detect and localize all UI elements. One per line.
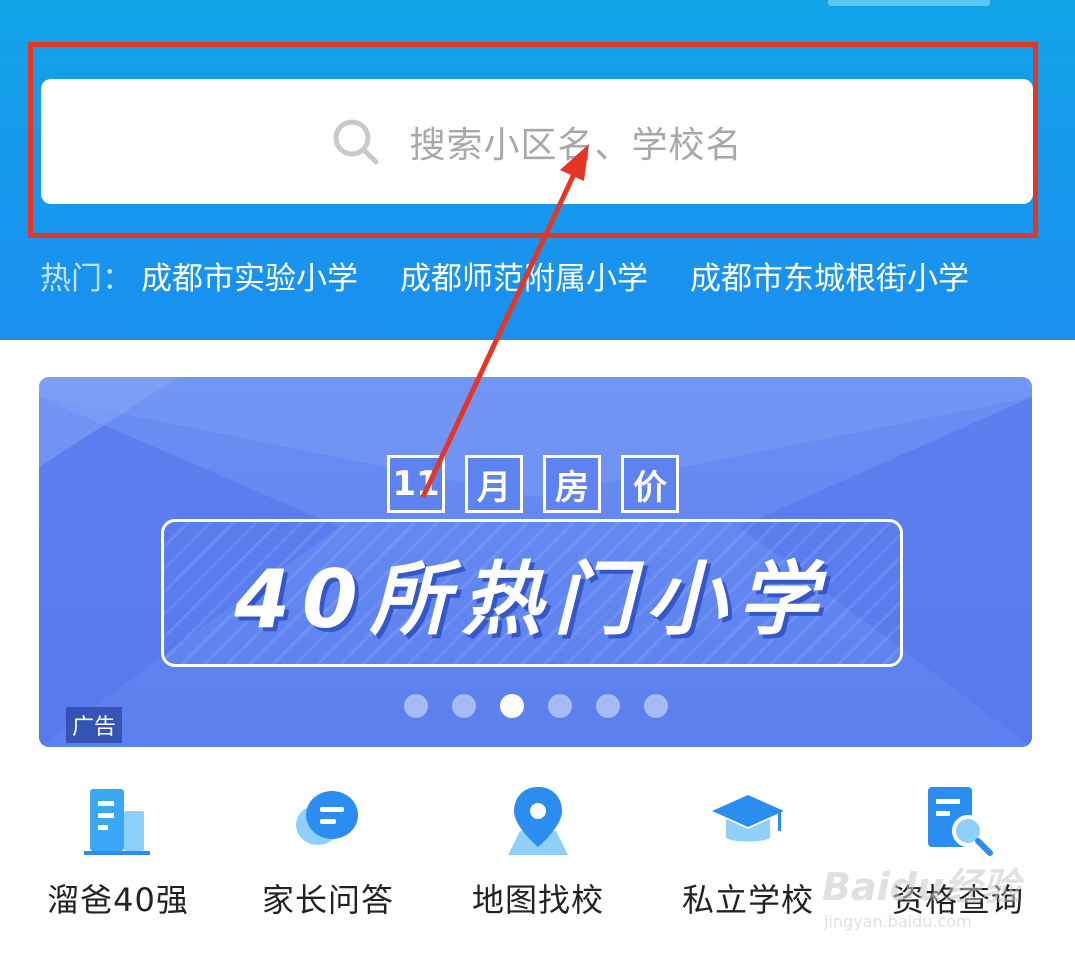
hot-link[interactable]: 成都师范附属小学 [400, 253, 648, 298]
watermark-url: jingyan.baidu.com [824, 912, 972, 931]
carousel-dot[interactable] [548, 694, 572, 718]
hot-searches: 热门： 成都市实验小学 成都师范附属小学 成都市东城根街小学 [40, 250, 1011, 300]
hot-label: 热门： [40, 260, 133, 297]
chat-bubbles-icon [296, 791, 358, 845]
baidu-watermark: Baidu经验 jingyan.baidu.com [822, 838, 1022, 938]
search-highlight-box [28, 42, 1038, 238]
banner-title: 40所热门小学 [234, 553, 830, 646]
banner-tag: 11 [387, 455, 445, 513]
promo-banner[interactable]: 11 月 房 价 40所热门小学 广告 [39, 377, 1032, 747]
nav-label: 私立学校 [681, 881, 814, 919]
banner-title-frame: 40所热门小学 [161, 519, 903, 667]
banner-tag: 房 [543, 455, 601, 513]
nav-label: 溜爸40强 [47, 881, 189, 919]
header-area: 搜索小区名、学校名 热门： 成都市实验小学 成都师范附属小学 成都市东城根街小学 [0, 0, 1075, 340]
watermark-text: Baidu经验 [822, 865, 1020, 909]
building-chart-icon [84, 789, 150, 855]
banner-tags: 11 月 房 价 [387, 455, 679, 513]
nav-item-top40[interactable]: 溜爸40强 [18, 775, 218, 921]
carousel-dot[interactable] [500, 694, 524, 718]
carousel-dots [404, 694, 668, 718]
ad-badge: 广告 [66, 707, 123, 743]
carousel-dot[interactable] [404, 694, 428, 718]
banner-tag: 月 [465, 455, 523, 513]
map-pin-icon [508, 787, 568, 855]
hot-link[interactable]: 成都市实验小学 [141, 253, 358, 298]
carousel-dot[interactable] [452, 694, 476, 718]
nav-label: 地图找校 [471, 881, 604, 919]
nav-item-private[interactable]: 私立学校 [648, 775, 848, 921]
top-tab-indicator [828, 0, 990, 6]
hot-link[interactable]: 成都市东城根街小学 [690, 253, 969, 298]
nav-item-qa[interactable]: 家长问答 [228, 775, 428, 921]
nav-item-map[interactable]: 地图找校 [438, 775, 638, 921]
carousel-dot[interactable] [596, 694, 620, 718]
nav-label: 家长问答 [261, 881, 394, 919]
graduation-cap-icon [712, 795, 784, 842]
banner-tag: 价 [621, 455, 679, 513]
carousel-dot[interactable] [644, 694, 668, 718]
